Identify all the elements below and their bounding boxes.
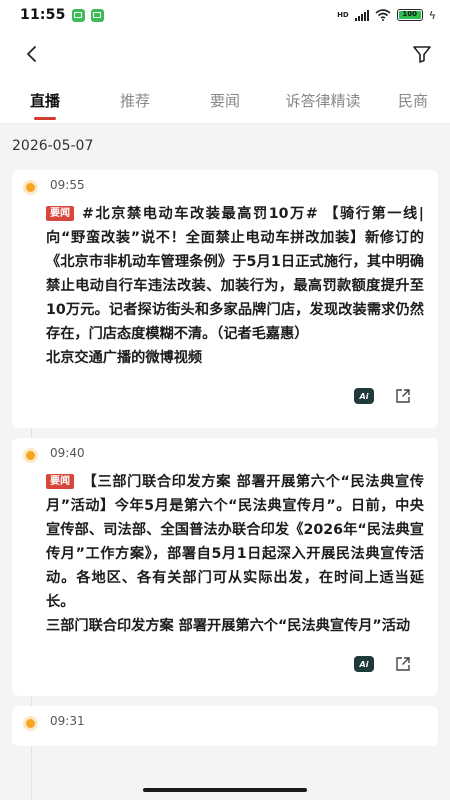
share-button[interactable] [394, 655, 412, 673]
feed-source[interactable]: 三部门联合印发方案 部署开展第六个“民法典宣传月”活动 [46, 614, 424, 638]
nav-bar [0, 30, 450, 78]
headline-badge: 要闻 [46, 206, 74, 221]
tab-live[interactable]: 直播 [0, 78, 90, 124]
timeline-dot [26, 451, 35, 460]
tab-civil-commercial[interactable]: 民商 [376, 78, 450, 124]
share-icon [396, 657, 410, 671]
app-notification-icon [90, 8, 104, 22]
tab-legal-reading[interactable]: 诉答律精读 [270, 78, 376, 124]
filter-button[interactable] [410, 42, 434, 66]
feed-time: 09:40 [50, 446, 85, 460]
feed-card[interactable]: 09:40 要闻 【三部门联合印发方案 部署开展第六个“民法典宣传月”活动】今年5… [12, 438, 438, 696]
network-type-label: HD [337, 10, 349, 19]
chevron-left-icon [27, 46, 36, 62]
feed-card[interactable]: 09:31 [12, 706, 438, 746]
live-feed: 09:55 要闻 #北京禁电动车改装最高罚10万# 【骑行第一线|向“野蛮改装”说… [0, 164, 450, 800]
timeline-dot [26, 719, 35, 728]
wechat-notification-icon [71, 8, 85, 22]
feed-card[interactable]: 09:55 要闻 #北京禁电动车改装最高罚10万# 【骑行第一线|向“野蛮改装”说… [12, 170, 438, 428]
battery-icon: 100 [396, 9, 423, 21]
feed-actions: Ai [46, 644, 424, 684]
feed-date: 2026-05-07 [12, 138, 94, 154]
feed-time: 09:31 [50, 714, 85, 728]
wifi-icon [375, 9, 391, 21]
feed-time: 09:55 [50, 178, 85, 192]
status-left: 11:55 [20, 7, 104, 23]
timeline-dot [26, 183, 35, 192]
ai-summary-button[interactable]: Ai [354, 388, 374, 404]
feed-text: 【三部门联合印发方案 部署开展第六个“民法典宣传月”活动】今年5月是第六个“民法… [46, 474, 424, 610]
status-time: 11:55 [20, 7, 66, 23]
feed-source[interactable]: 北京交通广播的微博视频 [46, 346, 424, 370]
feed-text: #北京禁电动车改装最高罚10万# 【骑行第一线|向“野蛮改装”说不！全面禁止电动… [46, 206, 424, 342]
tab-headlines[interactable]: 要闻 [180, 78, 270, 124]
status-bar: 11:55 HD 100 ϟ [0, 0, 450, 30]
tab-recommended[interactable]: 推荐 [90, 78, 180, 124]
feed-body: 要闻 #北京禁电动车改装最高罚10万# 【骑行第一线|向“野蛮改装”说不！全面禁止… [46, 202, 424, 346]
category-tabs: 直播 推荐 要闻 诉答律精读 民商 [0, 78, 450, 124]
feed-body: 要闻 【三部门联合印发方案 部署开展第六个“民法典宣传月”活动】今年5月是第六个“… [46, 470, 424, 614]
status-right: HD 100 ϟ [337, 9, 436, 22]
share-icon [396, 389, 410, 403]
home-indicator[interactable] [143, 788, 307, 792]
charging-icon: ϟ [428, 8, 436, 22]
filter-icon [413, 46, 431, 63]
headline-badge: 要闻 [46, 474, 74, 489]
feed-actions: Ai [46, 376, 424, 416]
battery-level: 100 [398, 11, 421, 19]
back-button[interactable] [20, 42, 44, 66]
ai-summary-button[interactable]: Ai [354, 656, 374, 672]
cell-signal-icon [354, 9, 369, 21]
share-button[interactable] [394, 387, 412, 405]
